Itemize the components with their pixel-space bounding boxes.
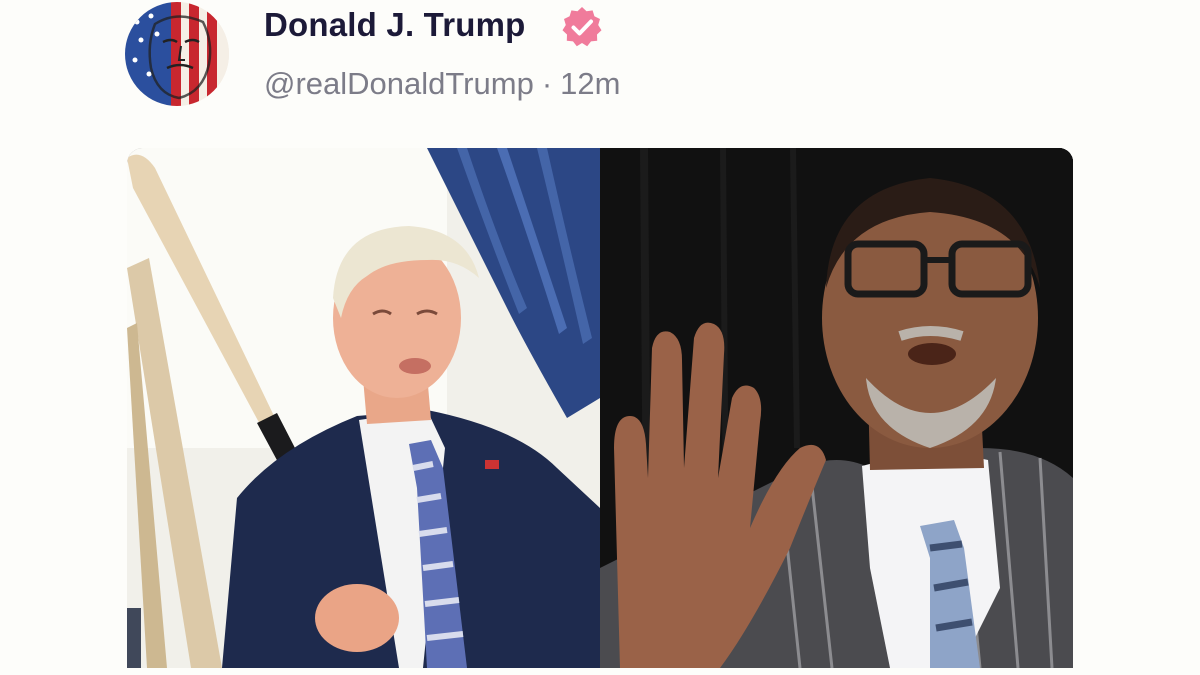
author-meta: @realDonaldTrump · 12m [264, 66, 620, 102]
media-photo-left[interactable] [127, 148, 600, 668]
author-avatar[interactable] [125, 2, 229, 106]
flag-portrait-avatar-icon [125, 2, 229, 106]
post-timestamp[interactable]: 12m [560, 66, 620, 101]
media-photo-right[interactable] [600, 148, 1073, 668]
post-media-grid[interactable] [127, 148, 1073, 668]
author-handle[interactable]: @realDonaldTrump [264, 66, 534, 101]
author-display-name[interactable]: Donald J. Trump [264, 6, 526, 44]
man-with-raised-hand-photo-icon [600, 148, 1073, 668]
verified-badge-icon [560, 5, 604, 49]
post: Donald J. Trump @realDonaldTrump · 12m [0, 0, 1200, 675]
meta-separator: · [541, 66, 553, 101]
man-with-baseball-bat-photo-icon [127, 148, 600, 668]
